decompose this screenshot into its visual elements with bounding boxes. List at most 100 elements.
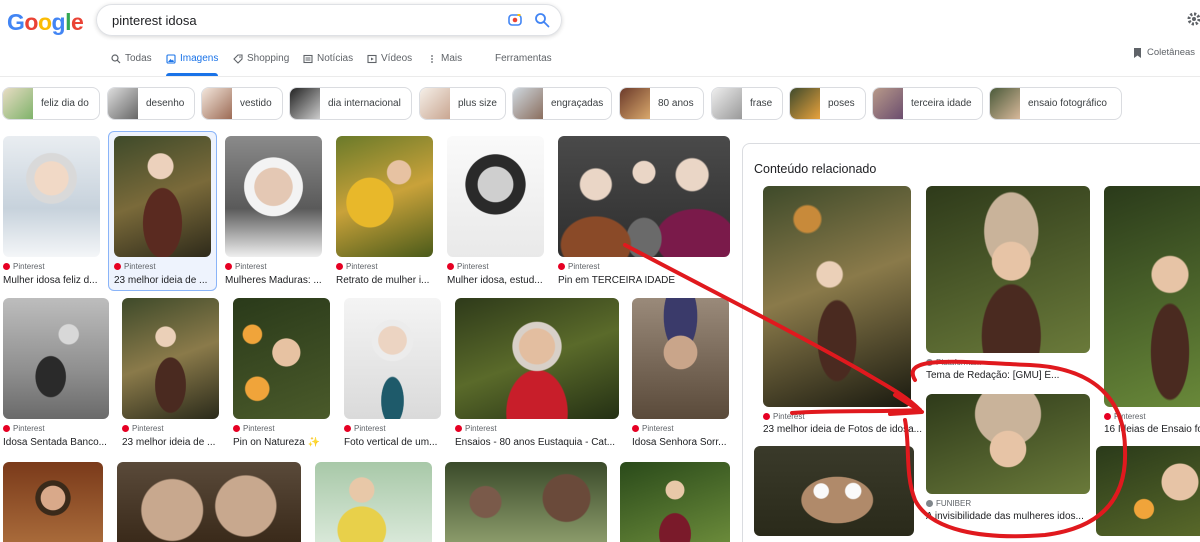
result-source: Plataforma...: [926, 358, 981, 367]
bookmark-icon: [1134, 47, 1141, 58]
page: Google pinterest idosa Todas Imagens Sho…: [0, 0, 1200, 542]
result-title[interactable]: 23 melhor ideia de ...: [122, 437, 219, 448]
result-thumbnail[interactable]: [447, 136, 544, 257]
result-thumbnail[interactable]: [763, 186, 911, 407]
result-thumbnail[interactable]: [3, 136, 100, 257]
tab-mais[interactable]: Mais: [427, 53, 462, 64]
result-source: Pinterest: [1104, 412, 1146, 421]
result-thumbnail[interactable]: [445, 462, 607, 542]
chip-dia-internacional[interactable]: dia internacional: [289, 87, 412, 120]
result-thumbnail[interactable]: [558, 136, 730, 257]
result-title[interactable]: Tema de Redação: [GMU] Ê...: [926, 370, 1090, 381]
result-thumbnail[interactable]: [114, 136, 211, 257]
result-title[interactable]: Pin on Natureza ✨: [233, 437, 330, 448]
tab-shopping[interactable]: Shopping: [233, 53, 289, 64]
collections-link[interactable]: Coletâneas: [1133, 47, 1195, 58]
result-thumbnail[interactable]: [315, 462, 432, 542]
header-divider: [0, 76, 1200, 77]
chip-frase[interactable]: frase: [711, 87, 783, 120]
result-thumbnail[interactable]: [754, 446, 914, 536]
result-source: Pinterest: [233, 424, 275, 433]
pinterest-icon: [558, 263, 565, 270]
result-thumbnail[interactable]: [225, 136, 322, 257]
result-thumbnail[interactable]: [344, 298, 441, 419]
chip-ensaio-fotografico[interactable]: ensaio fotográfico: [989, 87, 1122, 120]
globe-icon: [926, 500, 933, 507]
google-lens-icon[interactable]: [507, 12, 523, 28]
tools-button[interactable]: Ferramentas: [495, 53, 552, 64]
chip-80-anos[interactable]: 80 anos: [619, 87, 704, 120]
pinterest-icon: [114, 263, 121, 270]
chip-label: dia internacional: [328, 98, 401, 109]
gear-icon[interactable]: [1186, 11, 1200, 27]
result-title[interactable]: Ensaios - 80 anos Eustaquia - Cat...: [455, 437, 619, 448]
tab-videos[interactable]: Vídeos: [367, 53, 412, 64]
chip-thumbnail: [420, 88, 450, 119]
tab-noticias[interactable]: Notícias: [303, 53, 353, 64]
result-title[interactable]: Mulher idosa, estud...: [447, 275, 544, 286]
pinterest-icon: [3, 263, 10, 270]
chip-label: poses: [828, 98, 855, 109]
result-title[interactable]: 23 melhor ideia de ...: [114, 275, 211, 286]
chip-vestido[interactable]: vestido: [201, 87, 283, 120]
result-title[interactable]: A invisibilidade das mulheres idos...: [926, 511, 1090, 522]
chip-thumbnail: [290, 88, 320, 119]
result-source: Pinterest: [455, 424, 497, 433]
chip-label: terceira idade: [911, 98, 972, 109]
result-thumbnail[interactable]: [926, 186, 1090, 353]
result-thumbnail[interactable]: [3, 462, 103, 542]
result-thumbnail[interactable]: [632, 298, 729, 419]
result-title[interactable]: 16 Ideias de Ensaio foto...: [1104, 424, 1200, 435]
result-source: Pinterest: [447, 262, 489, 271]
search-icon[interactable]: [534, 12, 550, 28]
result-source: Pinterest: [336, 262, 378, 271]
chip-engracadas[interactable]: engraçadas: [512, 87, 612, 120]
result-title[interactable]: 23 melhor ideia de Fotos de idosa...: [763, 424, 923, 435]
pinterest-icon: [122, 425, 129, 432]
tab-todas[interactable]: Todas: [111, 53, 152, 64]
chip-feliz-dia-do[interactable]: feliz dia do: [2, 87, 100, 120]
result-thumbnail[interactable]: [455, 298, 619, 419]
panel-title: Conteúdo relacionado: [754, 162, 877, 176]
result-title[interactable]: Retrato de mulher i...: [336, 275, 433, 286]
chip-thumbnail: [108, 88, 138, 119]
pinterest-icon: [1104, 413, 1111, 420]
search-icon: [111, 53, 121, 63]
chip-desenho[interactable]: desenho: [107, 87, 195, 120]
result-thumbnail[interactable]: [926, 394, 1090, 494]
result-thumbnail[interactable]: [1096, 446, 1200, 536]
result-thumbnail[interactable]: [1104, 186, 1200, 407]
chip-label: plus size: [458, 98, 497, 109]
result-thumbnail[interactable]: [233, 298, 330, 419]
google-logo[interactable]: Google: [7, 9, 84, 36]
chip-thumbnail: [790, 88, 820, 119]
result-title[interactable]: Pin em TERCEIRA IDADE: [558, 275, 730, 286]
chip-poses[interactable]: poses: [789, 87, 866, 120]
chip-label: frase: [750, 98, 773, 109]
result-title[interactable]: Foto vertical de um...: [344, 437, 441, 448]
result-thumbnail[interactable]: [336, 136, 433, 257]
chip-thumbnail: [620, 88, 650, 119]
pinterest-icon: [447, 263, 454, 270]
chip-label: ensaio fotográfico: [1028, 98, 1107, 109]
result-thumbnail[interactable]: [122, 298, 219, 419]
pinterest-icon: [455, 425, 462, 432]
result-title[interactable]: Idosa Sentada Banco...: [3, 437, 107, 448]
result-thumbnail[interactable]: [117, 462, 301, 542]
result-thumbnail[interactable]: [620, 462, 730, 542]
result-title[interactable]: Idosa Senhora Sorr...: [632, 437, 729, 448]
result-title[interactable]: Mulheres Maduras: ...: [225, 275, 322, 286]
tab-imagens[interactable]: Imagens: [166, 53, 218, 64]
chip-label: feliz dia do: [41, 98, 89, 109]
pinterest-icon: [632, 425, 639, 432]
chip-thumbnail: [990, 88, 1020, 119]
search-input[interactable]: pinterest idosa: [112, 13, 197, 28]
chip-terceira-idade[interactable]: terceira idade: [872, 87, 983, 120]
result-thumbnail[interactable]: [3, 298, 109, 419]
result-source: Pinterest: [225, 262, 267, 271]
search-box[interactable]: pinterest idosa: [96, 4, 562, 36]
chip-plus-size[interactable]: plus size: [419, 87, 506, 120]
pinterest-icon: [763, 413, 770, 420]
result-title[interactable]: Mulher idosa feliz d...: [3, 275, 100, 286]
chip-thumbnail: [712, 88, 742, 119]
